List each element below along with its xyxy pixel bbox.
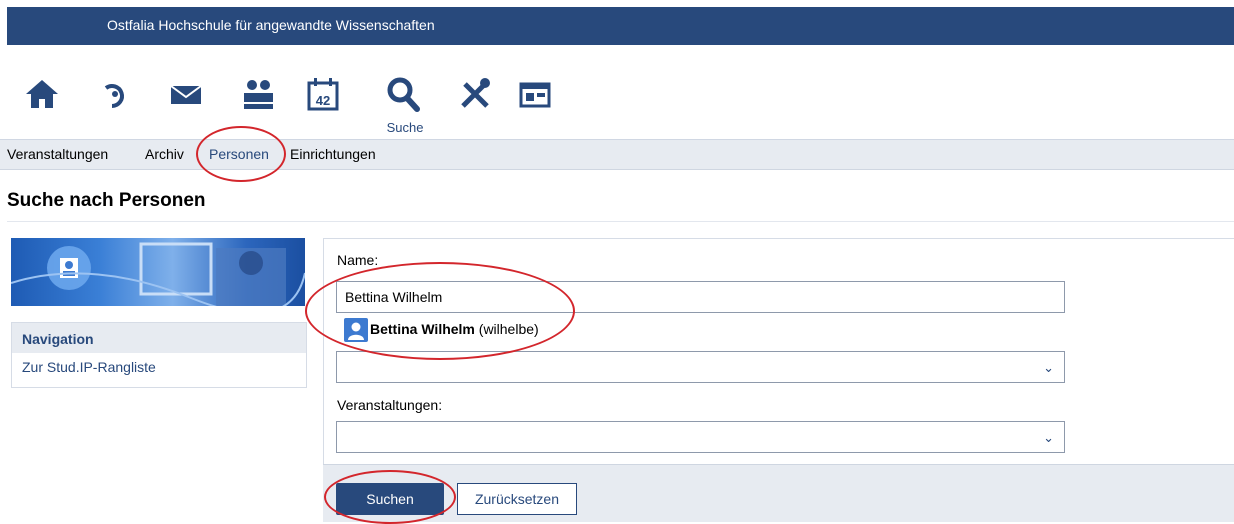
name-search-input[interactable]: Bettina Wilhelm: [336, 281, 1065, 313]
tab-personen[interactable]: Personen: [209, 146, 269, 162]
community-icon[interactable]: [238, 74, 282, 118]
tools-icon[interactable]: [455, 74, 499, 118]
courses-label: Veranstaltungen:: [337, 397, 443, 413]
search-button[interactable]: Suchen: [336, 483, 444, 515]
main-navigation: 42 Suche: [0, 60, 1234, 152]
sub-navigation: Veranstaltungen Archiv Personen Einricht…: [0, 140, 1234, 170]
sidebar-link-rangliste[interactable]: Zur Stud.IP-Rangliste: [12, 353, 306, 375]
name-label: Name:: [337, 252, 379, 268]
browse-icon[interactable]: [515, 74, 559, 118]
home-icon[interactable]: [22, 74, 66, 118]
search-icon[interactable]: Suche: [369, 74, 441, 152]
institution-select[interactable]: ⌄: [336, 351, 1065, 383]
tab-archiv[interactable]: Archiv: [145, 146, 184, 162]
app-title: Ostfalia Hochschule für angewandte Wisse…: [107, 17, 435, 33]
tab-veranstaltungen[interactable]: Veranstaltungen: [7, 146, 108, 162]
header-bar: Ostfalia Hochschule für angewandte Wisse…: [7, 7, 1234, 45]
tab-einrichtungen[interactable]: Einrichtungen: [290, 146, 376, 162]
autocomplete-suggestion[interactable]: Bettina Wilhelm (wilhelbe): [336, 316, 556, 346]
mail-icon[interactable]: [166, 74, 210, 118]
chevron-down-icon: ⌄: [1043, 360, 1054, 375]
chevron-down-icon: ⌄: [1043, 430, 1054, 445]
suggestion-name: Bettina Wilhelm: [370, 321, 475, 337]
page-title: Suche nach Personen: [7, 190, 206, 211]
user-avatar-icon: [344, 318, 368, 342]
reset-button[interactable]: Zurücksetzen: [457, 483, 577, 515]
sidebar-banner-image: [11, 238, 305, 306]
sidebar-nav-heading: Navigation: [12, 323, 306, 353]
courses-select[interactable]: ⌄: [336, 421, 1065, 453]
name-input-value: Bettina Wilhelm: [345, 289, 443, 305]
suggestion-username: (wilhelbe): [478, 321, 539, 337]
calendar-badge: 42: [316, 93, 330, 108]
search-tab-label: Suche: [386, 120, 424, 135]
sidebar-navigation: Navigation Zur Stud.IP-Rangliste: [11, 322, 307, 388]
calendar-icon[interactable]: 42: [303, 74, 347, 118]
suggestion-text: Bettina Wilhelm (wilhelbe): [370, 321, 539, 337]
title-divider: [7, 221, 1234, 222]
activity-icon[interactable]: [94, 74, 138, 118]
